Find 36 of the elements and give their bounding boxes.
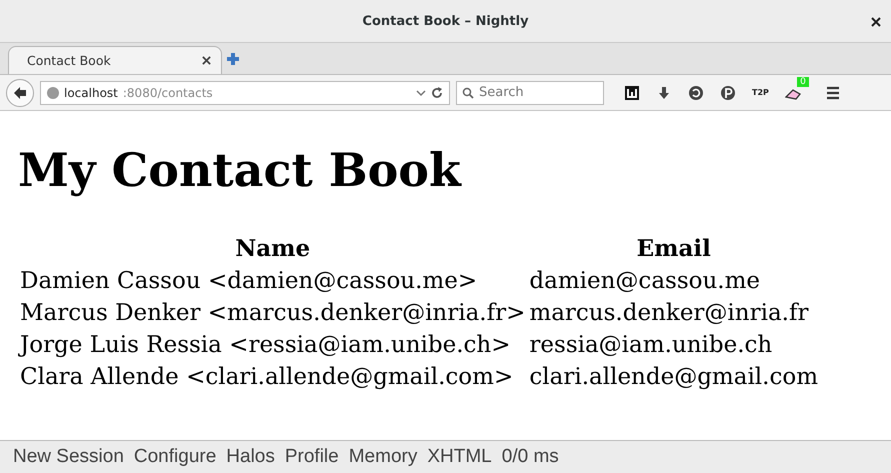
close-icon[interactable] — [871, 17, 881, 27]
back-arrow-icon[interactable] — [13, 86, 27, 100]
back-button[interactable] — [6, 78, 34, 106]
table-cell: Marcus Denker <marcus.denker@inria.fr> — [20, 300, 526, 326]
column-header: Name — [234, 235, 312, 262]
table-cell-text: Clara Allende <clari.allende@gmail.com> — [20, 364, 514, 390]
table-cell: clari.allende@gmail.com — [529, 364, 818, 390]
history-icon[interactable] — [688, 84, 704, 100]
status-link[interactable]: 0/0 ms — [502, 446, 559, 468]
status-link[interactable]: XHTML — [427, 446, 492, 468]
reload-icon[interactable] — [431, 86, 443, 98]
search-field[interactable]: Search — [456, 80, 604, 104]
window-title: Contact Book – Nightly — [362, 14, 529, 28]
column-header: Email — [636, 235, 712, 262]
count-badge: 0 — [797, 76, 809, 86]
download-icon[interactable] — [656, 84, 672, 100]
table-cell-text: marcus.denker@inria.fr — [529, 300, 810, 326]
status-link[interactable]: New Session — [13, 446, 124, 468]
status-link[interactable]: Halos — [226, 446, 275, 468]
table-cell-text: damien@cassou.me — [529, 268, 762, 294]
pocket-icon[interactable] — [720, 84, 736, 100]
browser-tab[interactable]: Contact Book — [8, 46, 222, 74]
address-bar[interactable]: localhost :8080/contacts — [40, 80, 450, 104]
status-link[interactable]: Configure — [134, 446, 216, 468]
dropdown-icon[interactable] — [416, 88, 426, 96]
menu-icon[interactable] — [824, 84, 841, 100]
status-link[interactable]: Memory — [348, 446, 418, 468]
close-icon[interactable] — [202, 56, 211, 65]
plus-icon[interactable] — [226, 52, 240, 66]
page-heading: My Contact Book — [18, 143, 463, 197]
square-logo-icon[interactable] — [624, 84, 640, 100]
table-cell-text: Jorge Luis Ressia <ressia@iam.unibe.ch> — [20, 332, 512, 358]
table-cell-text: ressia@iam.unibe.ch — [529, 332, 774, 358]
table-cell-text: Damien Cassou <damien@cassou.me> — [20, 268, 478, 294]
toolbar-label[interactable]: T2P — [752, 88, 769, 97]
status-link[interactable]: Profile — [284, 446, 339, 468]
